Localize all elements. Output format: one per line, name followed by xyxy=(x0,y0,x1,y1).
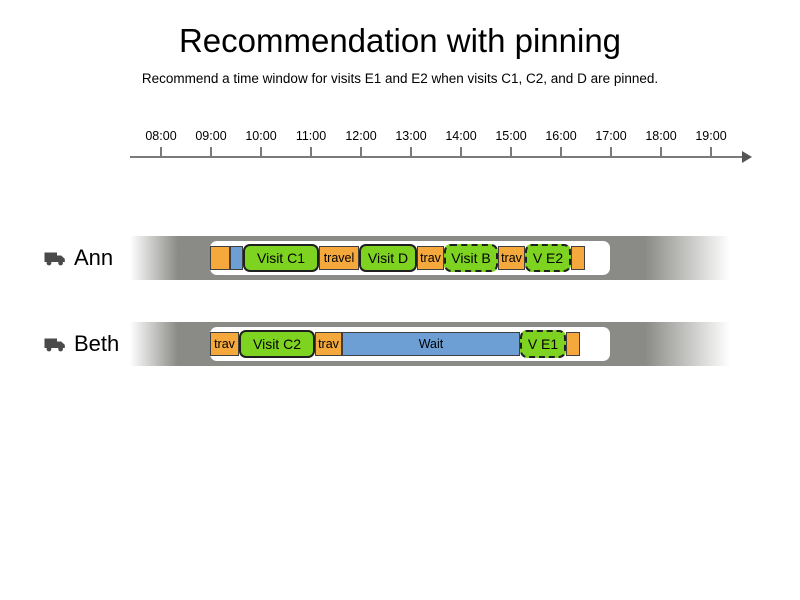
visit-block-visit-b[interactable]: Visit B xyxy=(444,244,498,272)
axis-tick xyxy=(310,147,312,157)
travel-block[interactable]: trav xyxy=(210,332,239,356)
axis-tick xyxy=(660,147,662,157)
visit-block-visit-c2[interactable]: Visit C2 xyxy=(239,330,315,358)
travel-block[interactable] xyxy=(210,246,230,270)
axis-arrow-icon xyxy=(742,151,752,163)
axis-tick xyxy=(410,147,412,157)
wait-block[interactable] xyxy=(230,246,243,270)
row-name: Ann xyxy=(74,245,114,270)
visit-block-visit-d[interactable]: Visit D xyxy=(359,244,417,272)
travel-block[interactable]: trav xyxy=(498,246,525,270)
axis-tick xyxy=(210,147,212,157)
visit-block-v-e1[interactable]: V E1 xyxy=(520,330,566,358)
segment-track-beth: trav Visit C2 trav Wait V E1 xyxy=(210,330,610,358)
axis-tick xyxy=(460,147,462,157)
axis-tick xyxy=(610,147,612,157)
row-label-beth: Beth xyxy=(44,326,119,362)
page-title: Recommendation with pinning xyxy=(178,22,622,59)
axis-tick xyxy=(710,147,712,157)
truck-icon xyxy=(44,336,67,353)
wait-block[interactable]: Wait xyxy=(342,332,520,356)
axis-line xyxy=(130,156,745,158)
travel-block[interactable] xyxy=(571,246,585,270)
travel-block[interactable]: trav xyxy=(315,332,342,356)
gantt-row-ann: Ann Visit C1 travel Visit Dtrav Visit Btrav V… xyxy=(0,230,800,286)
travel-block[interactable]: travel xyxy=(319,246,359,270)
axis-tick xyxy=(560,147,562,157)
segment-track-ann: Visit C1 travel Visit Dtrav Visit Btrav V E2 xyxy=(210,244,610,272)
visit-block-v-e2[interactable]: V E2 xyxy=(525,244,571,272)
axis-tick xyxy=(160,147,162,157)
row-name: Beth xyxy=(74,331,120,356)
time-axis: 08:00 09:00 10:00 11:00 12:00 13:00 14:00 15:00… xyxy=(0,120,800,165)
axis-tick xyxy=(260,147,262,157)
travel-block[interactable] xyxy=(566,332,580,356)
visit-block-visit-c1[interactable]: Visit C1 xyxy=(243,244,319,272)
travel-block[interactable]: trav xyxy=(417,246,444,270)
axis-tick xyxy=(360,147,362,157)
gantt-row-beth: Beth trav Visit C2 trav Wait V E1 xyxy=(0,316,800,372)
row-label-ann: Ann xyxy=(44,240,113,276)
truck-icon xyxy=(44,250,67,267)
axis-tick xyxy=(510,147,512,157)
page-subtitle: Recommend a time window for visits E1 an… xyxy=(141,71,659,86)
axis-tick-label: 19:00 xyxy=(695,129,727,143)
